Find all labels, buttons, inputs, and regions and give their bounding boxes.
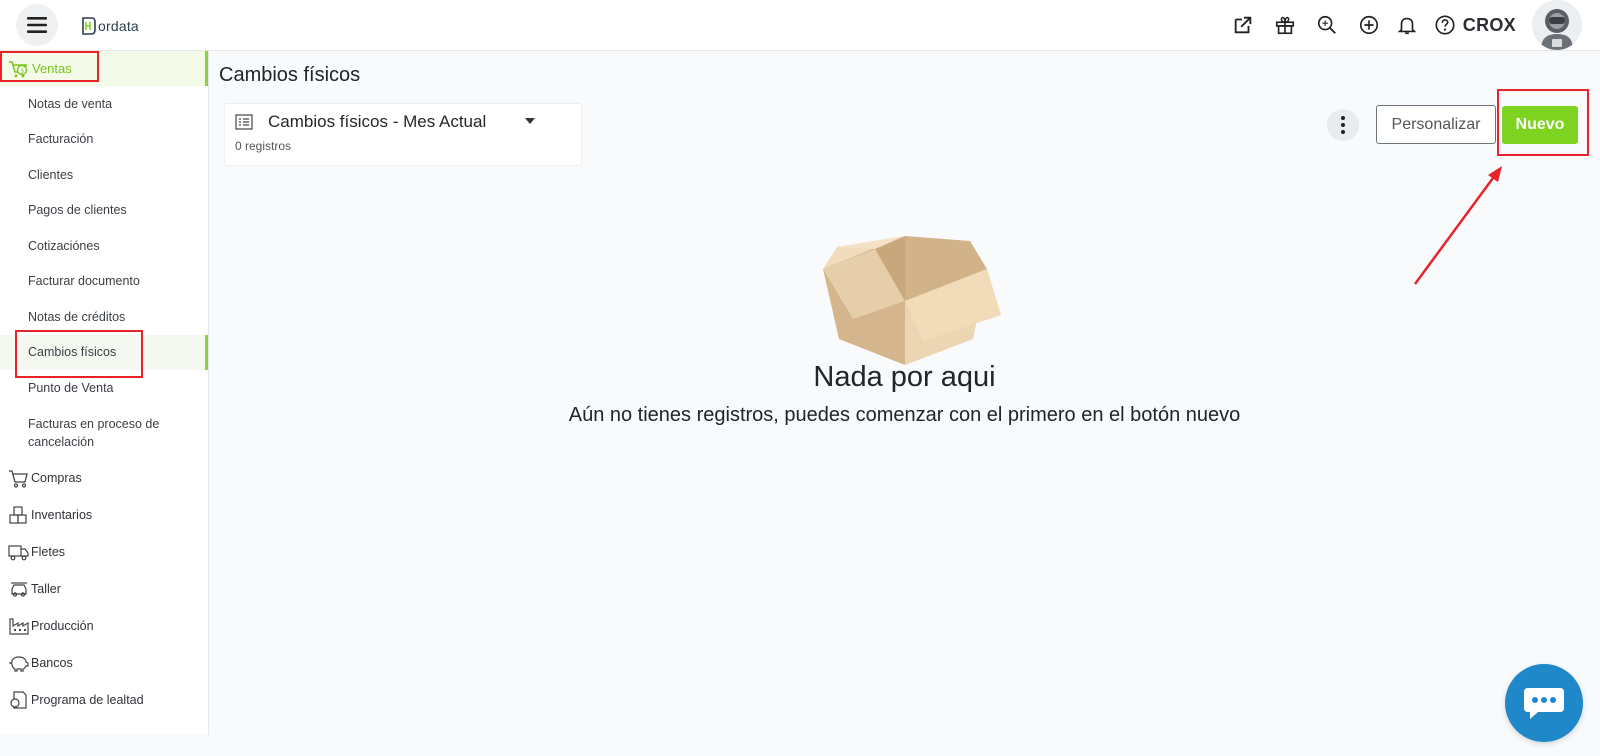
sidebar-section-label: Ventas bbox=[32, 61, 72, 76]
sidebar-group-label: Inventarios bbox=[31, 508, 93, 522]
add-button[interactable] bbox=[1357, 13, 1381, 37]
car-icon bbox=[7, 578, 31, 600]
app-logo[interactable]: ordata bbox=[80, 15, 139, 37]
plus-circle-icon bbox=[1359, 15, 1378, 35]
sales-cart-icon: $ bbox=[8, 58, 30, 80]
sidebar-group-compras[interactable]: Compras bbox=[0, 460, 208, 497]
external-link-icon bbox=[1234, 16, 1252, 34]
sidebar-item-pagos-de-clientes[interactable]: Pagos de clientes bbox=[0, 193, 208, 229]
chat-button[interactable] bbox=[1505, 664, 1583, 742]
empty-title: Nada por aqui bbox=[813, 361, 996, 393]
sidebar-item-facturacion[interactable]: Facturación bbox=[0, 122, 208, 158]
sidebar-item-notas-de-venta[interactable]: Notas de venta bbox=[0, 86, 208, 122]
empty-description: Aún no tienes registros, puedes comenzar… bbox=[568, 404, 1241, 426]
logo-text: ordata bbox=[98, 18, 139, 34]
sidebar-item-punto-de-venta[interactable]: Punto de Venta bbox=[0, 370, 208, 406]
sidebar-item-label: Cambios físicos bbox=[28, 345, 117, 360]
search-button[interactable] bbox=[1315, 13, 1339, 37]
chat-bubble-icon bbox=[1524, 688, 1564, 719]
sidebar-group-label: Taller bbox=[31, 582, 61, 596]
page-title: Cambios físicos bbox=[219, 64, 361, 86]
kebab-dot-icon bbox=[1341, 116, 1345, 120]
sidebar-section-ventas[interactable]: $ Ventas bbox=[0, 51, 208, 86]
kebab-dot-icon bbox=[1341, 123, 1345, 127]
view-selector[interactable]: Cambios físicos - Mes Actual 0 registros bbox=[224, 103, 582, 166]
sidebar-group-produccion[interactable]: Producción bbox=[0, 608, 208, 645]
gift-button[interactable] bbox=[1273, 13, 1297, 37]
sidebar-group-label: Compras bbox=[31, 471, 82, 485]
main-content: Cambios físicos Cambios físicos - Mes Ac… bbox=[209, 51, 1600, 735]
search-icon bbox=[1317, 15, 1336, 34]
sidebar-group-inventarios[interactable]: Inventarios bbox=[0, 497, 208, 534]
customize-button[interactable]: Personalizar bbox=[1376, 105, 1496, 144]
caret-down-icon[interactable] bbox=[525, 118, 535, 124]
sidebar-group-fletes[interactable]: Fletes bbox=[0, 534, 208, 571]
bell-icon bbox=[1397, 17, 1417, 35]
sidebar-item-label: Pagos de clientes bbox=[28, 203, 127, 218]
sidebar-item-label: Facturar documento bbox=[28, 274, 140, 289]
sidebar-item-label: Notas de venta bbox=[28, 96, 113, 111]
sidebar-item-cotizaciones[interactable]: Cotizaciónes bbox=[0, 228, 208, 264]
sidebar-group-bancos[interactable]: Bancos bbox=[0, 645, 208, 682]
menu-toggle-button[interactable] bbox=[16, 4, 58, 46]
kebab-dot-icon bbox=[1341, 130, 1345, 134]
cart-icon bbox=[7, 467, 31, 489]
sidebar-item-label: Punto de Venta bbox=[28, 380, 114, 395]
sidebar-item-notas-de-creditos[interactable]: Notas de créditos bbox=[0, 299, 208, 335]
sidebar-group-label: Fletes bbox=[31, 545, 66, 559]
sidebar-item-label: Cotizaciónes bbox=[28, 238, 100, 253]
boxes-icon bbox=[7, 504, 31, 526]
sidebar-group-taller[interactable]: Taller bbox=[0, 571, 208, 608]
sidebar-group-programa-de-lealtad[interactable]: Programa de lealtad bbox=[0, 682, 208, 719]
truck-icon bbox=[7, 541, 31, 563]
user-avatar[interactable] bbox=[1532, 0, 1582, 50]
sidebar-item-clientes[interactable]: Clientes bbox=[0, 157, 208, 193]
sidebar-item-label: Notas de créditos bbox=[28, 309, 126, 324]
list-icon bbox=[235, 114, 253, 130]
view-name: Cambios físicos - Mes Actual bbox=[268, 112, 487, 131]
astronaut-avatar-icon bbox=[1541, 9, 1573, 50]
sidebar-group-label: Bancos bbox=[31, 656, 73, 670]
top-actions: CROX bbox=[1231, 0, 1600, 50]
sidebar-item-cambios-fisicos[interactable]: Cambios físicos bbox=[0, 334, 208, 370]
record-count: 0 registros bbox=[235, 139, 292, 153]
new-button[interactable]: Nuevo bbox=[1502, 106, 1578, 144]
empty-box-icon bbox=[823, 236, 1001, 365]
help-button[interactable] bbox=[1433, 13, 1457, 37]
sidebar-item-label: Facturas en proceso de cancelación bbox=[28, 416, 160, 449]
loyalty-icon bbox=[7, 689, 31, 711]
sidebar-item-facturar-documento[interactable]: Facturar documento bbox=[0, 264, 208, 300]
sidebar-item-label: Facturación bbox=[28, 132, 94, 147]
question-circle-icon bbox=[1435, 15, 1455, 35]
hamburger-icon bbox=[27, 17, 47, 33]
svg-text:$: $ bbox=[20, 66, 24, 74]
piggy-bank-icon bbox=[7, 652, 31, 674]
sidebar-item-label: Clientes bbox=[28, 167, 74, 182]
gift-icon bbox=[1275, 16, 1294, 35]
more-options-button[interactable] bbox=[1327, 109, 1359, 141]
logo-mark-icon bbox=[82, 17, 96, 35]
top-bar: ordata CROX bbox=[0, 0, 1600, 51]
sidebar-item-facturas-en-proceso[interactable]: Facturas en proceso de cancelación bbox=[0, 406, 208, 460]
sidebar: $ Ventas Notas de venta Facturación Clie… bbox=[0, 51, 209, 735]
sidebar-group-label: Producción bbox=[31, 619, 94, 633]
factory-icon bbox=[7, 615, 31, 637]
external-link-button[interactable] bbox=[1231, 13, 1255, 37]
user-name[interactable]: CROX bbox=[1463, 15, 1516, 36]
sidebar-group-label: Programa de lealtad bbox=[31, 693, 144, 707]
notifications-button[interactable] bbox=[1395, 13, 1419, 37]
